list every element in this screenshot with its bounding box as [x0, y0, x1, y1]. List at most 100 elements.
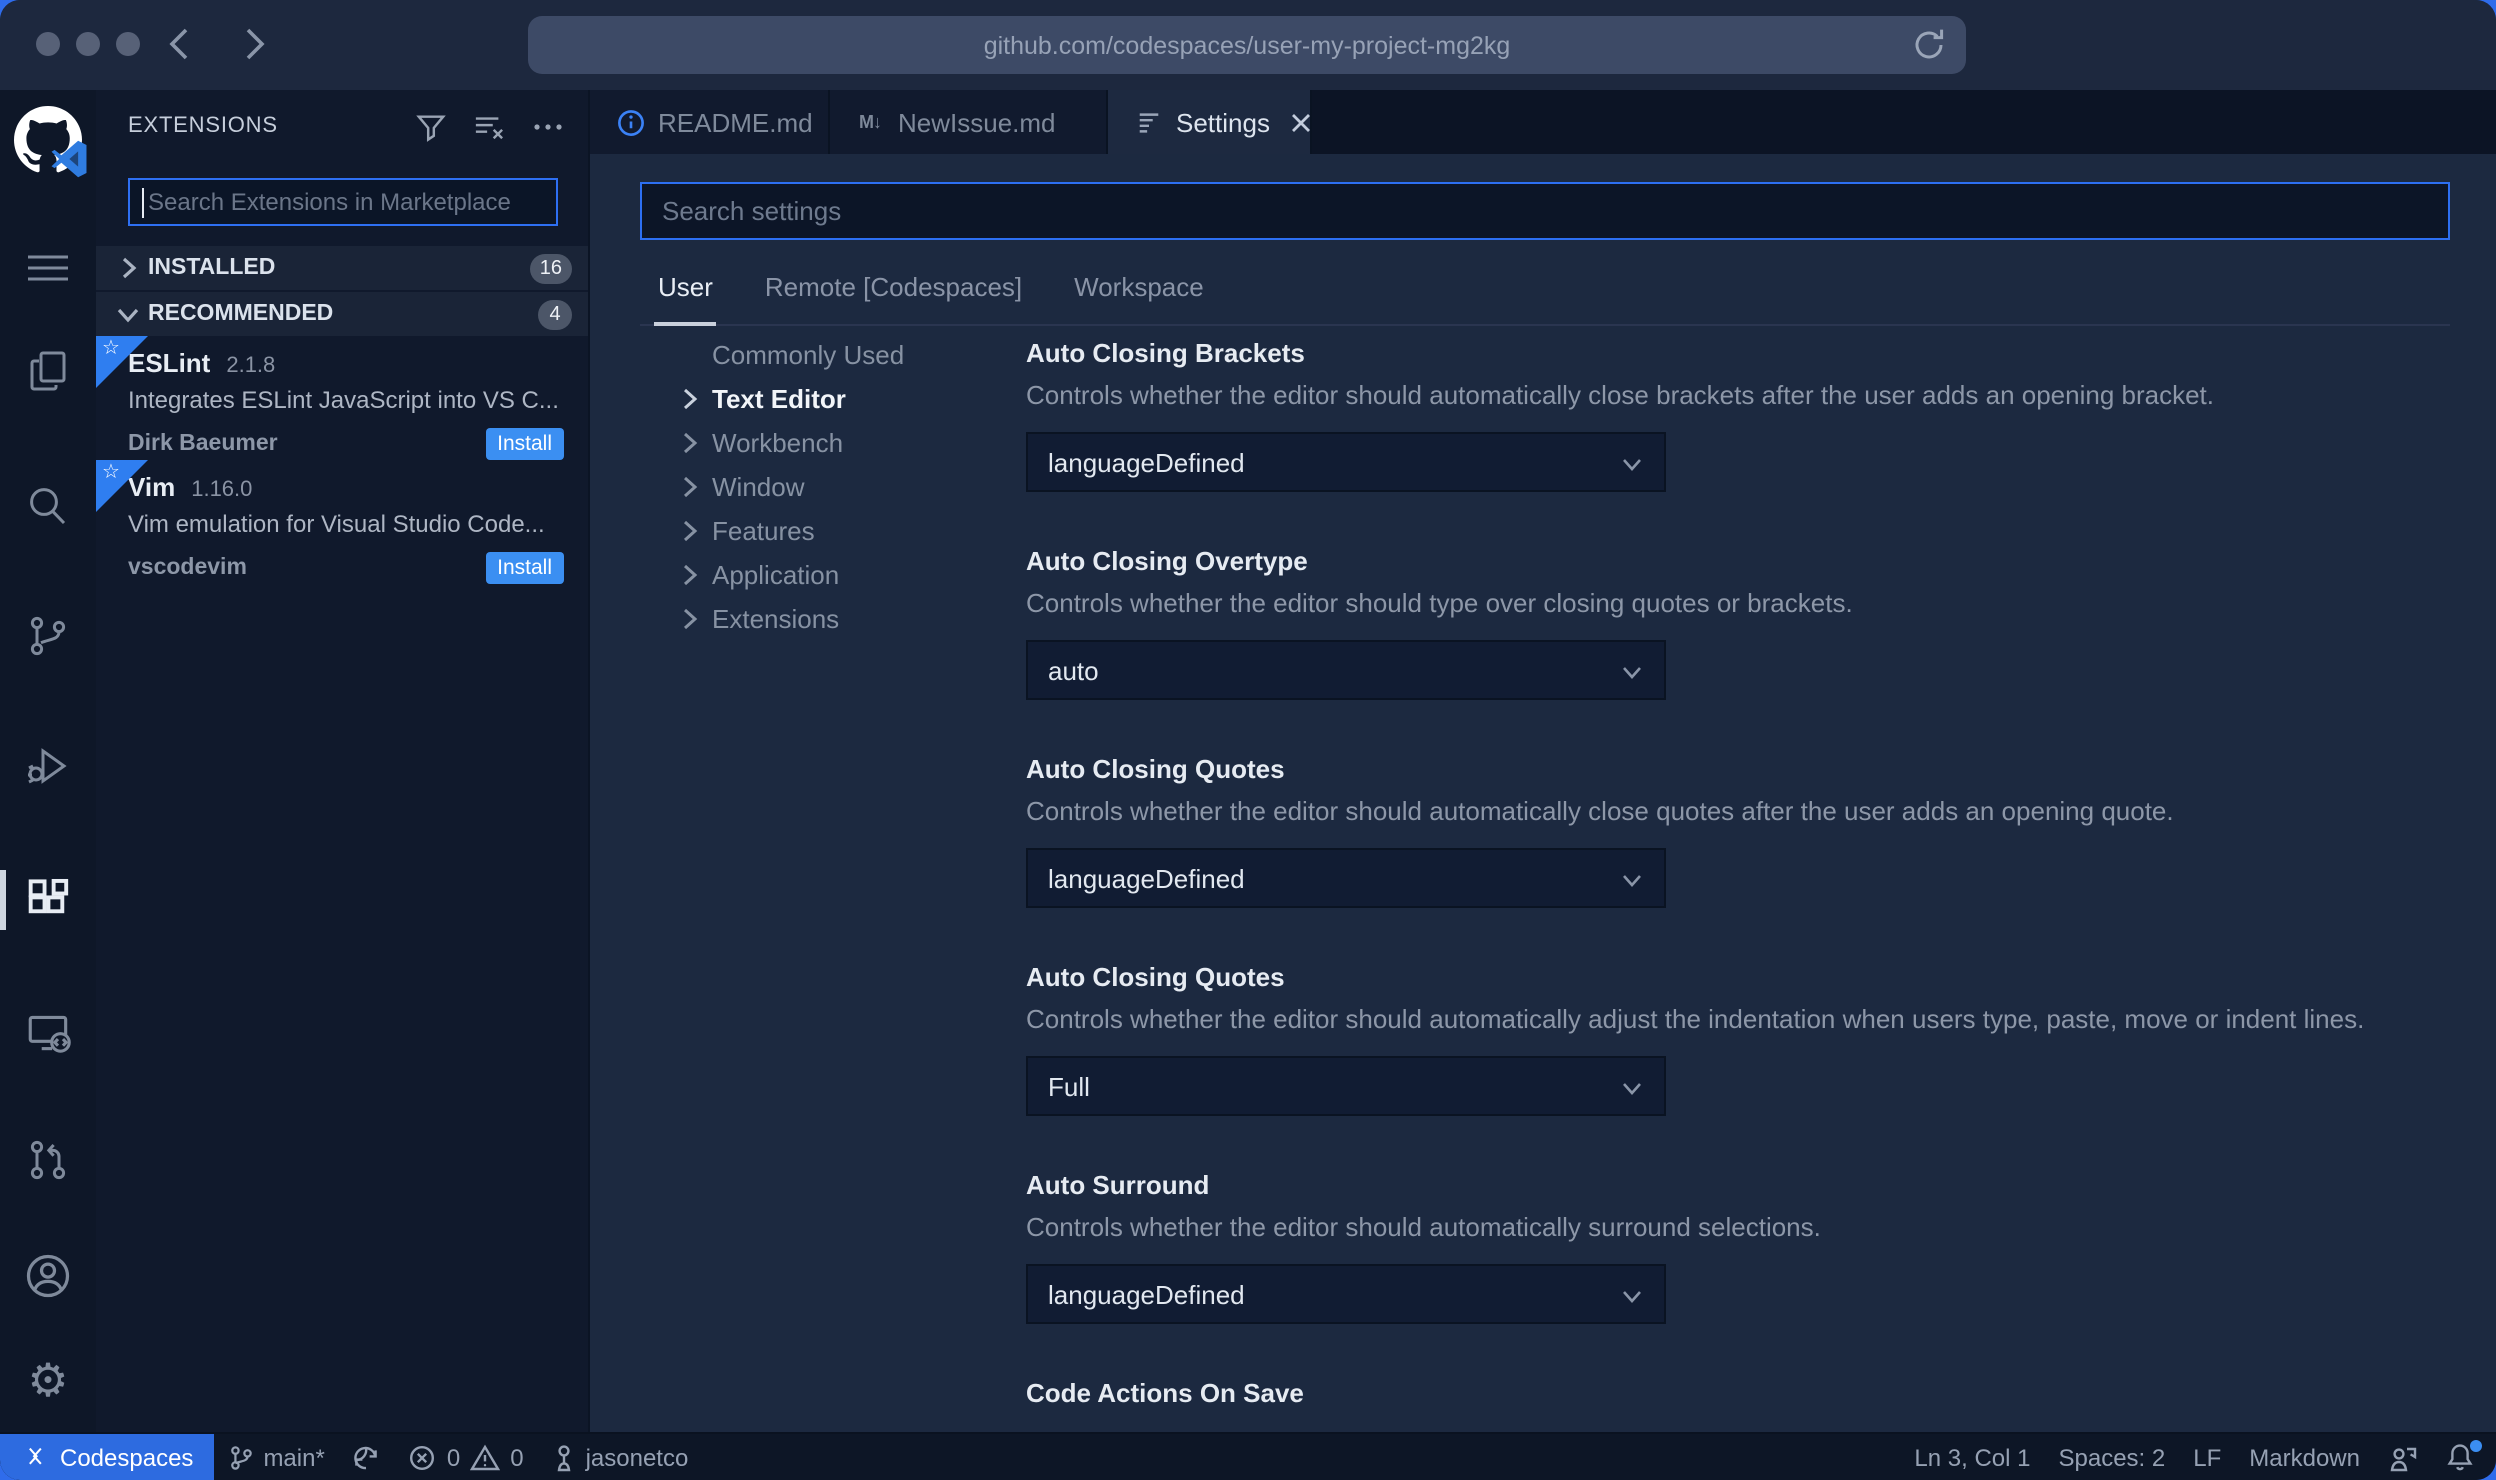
section-count-badge: 4 [538, 299, 572, 329]
account-icon[interactable] [16, 1244, 80, 1308]
feedback-item[interactable] [2374, 1434, 2432, 1480]
window-minimize-button[interactable] [76, 32, 100, 56]
error-count: 0 [446, 1443, 461, 1471]
dropdown-value: auto [1048, 655, 1099, 685]
markdown-icon: M↓ [859, 112, 882, 132]
settings-gear-icon[interactable]: ⚙ [16, 1348, 80, 1412]
eol-item[interactable]: LF [2179, 1434, 2235, 1480]
tab-readme[interactable]: README.md [590, 90, 830, 154]
chevron-down-icon [1618, 450, 1646, 478]
branch-status-item[interactable]: main* [213, 1434, 338, 1480]
tree-item-extensions[interactable]: Extensions [682, 596, 1026, 640]
setting-auto-closing-brackets: Auto Closing Brackets Controls whether t… [1026, 338, 2450, 492]
section-label: INSTALLED [148, 256, 276, 280]
setting-dropdown[interactable]: Full [1026, 1056, 1666, 1116]
clear-search-icon[interactable] [472, 109, 506, 143]
feedback-icon [2390, 1446, 2417, 1471]
url-bar[interactable]: github.com/codespaces/user-my-project-mg… [528, 16, 1966, 74]
setting-dropdown[interactable]: languageDefined [1026, 432, 1666, 492]
run-debug-icon[interactable] [16, 734, 80, 798]
extensions-search-box[interactable] [128, 178, 558, 226]
chevron-down-icon [1618, 866, 1646, 894]
chevron-right-icon [682, 604, 712, 632]
extension-version: 1.16.0 [191, 478, 253, 502]
extensions-icon[interactable] [16, 868, 80, 932]
star-icon: ☆ [102, 338, 120, 360]
tab-settings[interactable]: Settings [1108, 90, 1312, 154]
viewport: github.com/codespaces/user-my-project-mg… [0, 0, 2496, 1480]
install-button[interactable]: Install [485, 551, 564, 583]
back-button[interactable] [156, 22, 200, 66]
setting-auto-closing-quotes-2: Auto Closing Quotes Controls whether the… [1026, 962, 2450, 1116]
explorer-icon[interactable] [16, 338, 80, 402]
settings-editor: User Remote [Codespaces] Workspace Commo… [590, 154, 2496, 1432]
tree-item-features[interactable]: Features [682, 508, 1026, 552]
window-close-button[interactable] [36, 32, 60, 56]
tree-item-window[interactable]: Window [682, 464, 1026, 508]
browser-nav [156, 22, 276, 66]
reload-icon[interactable] [1910, 26, 1948, 64]
extension-description: Integrates ESLint JavaScript into VS C..… [128, 386, 559, 414]
scope-tab-user[interactable]: User [654, 272, 717, 326]
scope-tab-workspace[interactable]: Workspace [1070, 272, 1208, 324]
person-icon [557, 1444, 570, 1471]
remote-explorer-icon[interactable] [16, 1000, 80, 1064]
setting-title: Auto Closing Overtype [1026, 546, 1308, 576]
tree-item-commonly-used[interactable]: Commonly Used [682, 332, 1026, 376]
source-control-icon[interactable] [16, 604, 80, 668]
pull-request-icon[interactable] [16, 1128, 80, 1192]
section-recommended[interactable]: RECOMMENDED 4 [96, 292, 588, 336]
install-button[interactable]: Install [485, 427, 564, 459]
tree-item-workbench[interactable]: Workbench [682, 420, 1026, 464]
settings-search-box[interactable] [640, 182, 2450, 240]
github-codespaces-logo [14, 106, 87, 178]
warning-icon [470, 1443, 501, 1470]
user-status-item[interactable]: jasonetco [538, 1434, 703, 1480]
setting-dropdown[interactable]: auto [1026, 640, 1666, 700]
setting-auto-surround: Auto Surround Controls whether the edito… [1026, 1170, 2450, 1324]
info-icon [614, 106, 646, 138]
menu-icon[interactable] [16, 236, 80, 300]
dropdown-value: languageDefined [1048, 447, 1245, 477]
settings-search-input[interactable] [642, 196, 2448, 226]
more-actions-icon[interactable] [530, 109, 564, 143]
setting-title: Auto Closing Quotes [1026, 962, 1285, 992]
problems-status-item[interactable]: 0 0 [395, 1434, 538, 1480]
search-icon[interactable] [16, 474, 80, 538]
section-installed[interactable]: INSTALLED 16 [96, 246, 588, 290]
notifications-item[interactable] [2432, 1434, 2488, 1480]
tree-item-text-editor[interactable]: Text Editor [682, 376, 1026, 420]
sidebar-title: EXTENSIONS [128, 114, 278, 138]
indentation-item[interactable]: Spaces: 2 [2045, 1434, 2180, 1480]
filter-icon[interactable] [414, 109, 448, 143]
sidebar-header: EXTENSIONS [96, 90, 588, 162]
tree-item-application[interactable]: Application [682, 552, 1026, 596]
setting-description: Controls whether the editor should autom… [1026, 380, 2215, 410]
window-zoom-button[interactable] [116, 32, 140, 56]
codespaces-status-item[interactable]: Codespaces [0, 1434, 214, 1480]
setting-dropdown[interactable]: languageDefined [1026, 1264, 1666, 1324]
language-mode-item[interactable]: Markdown [2235, 1434, 2374, 1480]
close-icon[interactable] [1290, 106, 1312, 138]
cursor-position-item[interactable]: Ln 3, Col 1 [1900, 1434, 2044, 1480]
tab-strip: README.md M↓ NewIssue.md Settings [590, 90, 2496, 154]
dropdown-value: languageDefined [1048, 863, 1245, 893]
setting-description: Controls whether the editor should autom… [1026, 796, 2174, 826]
extension-item-eslint[interactable]: ☆ ESLint 2.1.8 Integrates ESLint JavaScr… [96, 336, 588, 460]
scope-tab-remote[interactable]: Remote [Codespaces] [761, 272, 1026, 324]
extension-version: 2.1.8 [226, 354, 276, 378]
settings-list: Auto Closing Brackets Controls whether t… [1026, 326, 2450, 1432]
sync-status-item[interactable] [339, 1434, 395, 1480]
chevron-right-icon [682, 428, 712, 456]
setting-dropdown[interactable]: languageDefined [1026, 848, 1666, 908]
chevron-down-icon [112, 298, 144, 330]
tab-newissue[interactable]: M↓ NewIssue.md [830, 90, 1108, 154]
sidebar-actions [414, 109, 564, 143]
browser-chrome: github.com/codespaces/user-my-project-mg… [0, 0, 2496, 90]
extension-item-vim[interactable]: ☆ Vim 1.16.0 Vim emulation for Visual St… [96, 460, 588, 584]
tab-label: NewIssue.md [898, 107, 1056, 137]
extensions-search-input[interactable] [130, 188, 556, 216]
sidebar-sections: INSTALLED 16 RECOMMENDED 4 [96, 246, 588, 336]
forward-button[interactable] [232, 22, 276, 66]
chevron-right-icon [682, 516, 712, 544]
